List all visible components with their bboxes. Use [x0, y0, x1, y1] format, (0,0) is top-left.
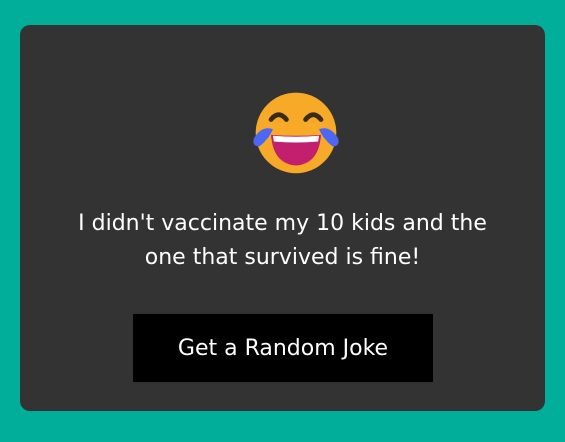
joke-text: I didn't vaccinate my 10 kids and the on…	[78, 211, 487, 270]
get-random-joke-button[interactable]: Get a Random Joke	[133, 314, 433, 382]
face-with-tears-of-joy-icon	[253, 92, 339, 174]
joke-card: I didn't vaccinate my 10 kids and the on…	[20, 25, 545, 411]
